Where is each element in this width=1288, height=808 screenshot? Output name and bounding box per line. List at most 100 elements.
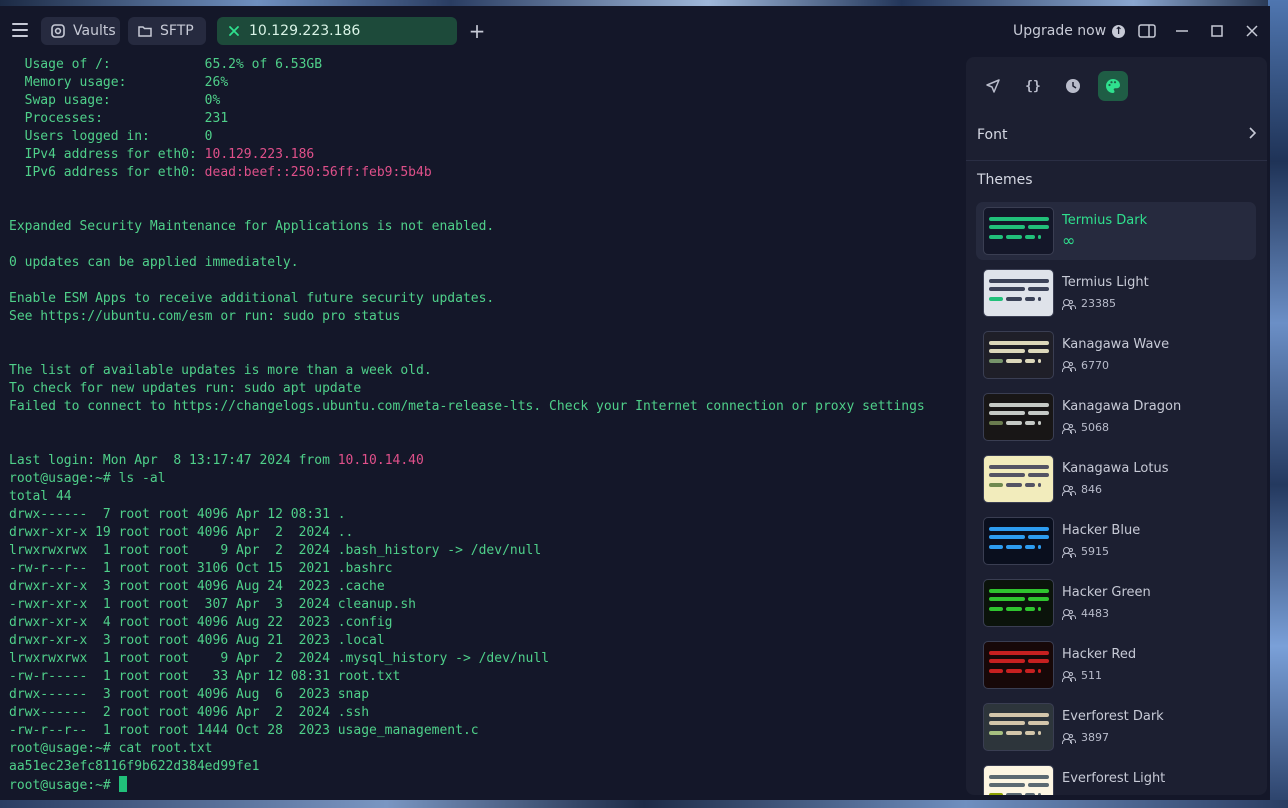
preview-bar bbox=[1028, 287, 1049, 291]
preview-bar bbox=[989, 793, 1003, 795]
preview-bar bbox=[989, 713, 1049, 717]
terminal-text: IPv4 address for eth0: bbox=[9, 147, 205, 162]
close-icon[interactable] bbox=[227, 24, 241, 38]
theme-item[interactable]: Kanagawa Dragon 5068 bbox=[976, 388, 1256, 446]
theme-item[interactable]: Everforest Light bbox=[976, 760, 1256, 795]
terminal-line: Last login: Mon Apr 8 13:17:47 2024 from… bbox=[9, 452, 959, 470]
terminal-text: Processes: 231 bbox=[9, 111, 229, 126]
terminal-line: drwxr-xr-x 3 root root 4096 Aug 24 2023 … bbox=[9, 578, 959, 596]
theme-item[interactable]: Hacker Blue 5915 bbox=[976, 512, 1256, 570]
preview-bar bbox=[1038, 669, 1041, 673]
terminal-line: -rw-r--r-- 1 root root 1444 Oct 28 2023 … bbox=[9, 722, 959, 740]
theme-item[interactable]: Termius Dark ∞ bbox=[976, 202, 1256, 260]
preview-bar bbox=[1038, 793, 1041, 795]
tab-host[interactable]: 10.129.223.186 bbox=[217, 17, 457, 45]
history-icon[interactable] bbox=[1058, 71, 1088, 101]
terminal-line: IPv6 address for eth0: dead:beef::250:56… bbox=[9, 164, 959, 182]
terminal-line: root@usage:~# bbox=[9, 776, 959, 794]
theme-name: Kanagawa Dragon bbox=[1062, 399, 1182, 414]
theme-user-count: 511 bbox=[1081, 669, 1102, 682]
preview-bar bbox=[989, 217, 1049, 221]
terminal-text: IPv6 address for eth0: bbox=[9, 165, 205, 180]
theme-user-count: 5068 bbox=[1081, 421, 1109, 434]
terminal-line: Processes: 231 bbox=[9, 110, 959, 128]
terminal-line: Enable ESM Apps to receive additional fu… bbox=[9, 290, 959, 308]
toggle-sidebar-icon[interactable] bbox=[1137, 20, 1157, 42]
preview-bar bbox=[989, 659, 1025, 663]
preview-bar bbox=[1028, 473, 1049, 477]
terminal-text: -rwxr-xr-x 1 root root 307 Apr 3 2024 cl… bbox=[9, 597, 416, 612]
users-icon bbox=[1062, 670, 1076, 682]
terminal-line: -rw-r----- 1 root root 33 Apr 12 08:31 r… bbox=[9, 668, 959, 686]
preview-bar bbox=[1038, 297, 1041, 301]
terminal-text: drwx------ 2 root root 4096 Apr 2 2024 .… bbox=[9, 705, 370, 720]
theme-preview bbox=[983, 703, 1054, 751]
theme-name: Termius Light bbox=[1062, 275, 1149, 290]
terminal-cursor bbox=[118, 776, 127, 792]
preview-bar bbox=[989, 527, 1049, 531]
tab-vaults[interactable]: Vaults bbox=[41, 17, 120, 45]
snippets-icon[interactable]: {} bbox=[1018, 71, 1048, 101]
palette-icon[interactable] bbox=[1098, 71, 1128, 101]
theme-users: 4483 bbox=[1062, 607, 1109, 620]
tab-label: Vaults bbox=[73, 23, 116, 39]
theme-item[interactable]: Hacker Green 4483 bbox=[976, 574, 1256, 632]
terminal-line: The list of available updates is more th… bbox=[9, 362, 959, 380]
preview-bar bbox=[1038, 607, 1041, 611]
terminal-text: drwxr-xr-x 3 root root 4096 Aug 21 2023 … bbox=[9, 633, 385, 648]
preview-bar bbox=[989, 403, 1049, 407]
terminal-line: drwx------ 7 root root 4096 Apr 12 08:31… bbox=[9, 506, 959, 524]
arrow-up-icon: ↑ bbox=[1112, 24, 1126, 38]
theme-name: Kanagawa Lotus bbox=[1062, 461, 1169, 476]
preview-bar bbox=[1006, 607, 1022, 611]
theme-preview bbox=[983, 517, 1054, 565]
theme-item[interactable]: Everforest Dark 3897 bbox=[976, 698, 1256, 756]
terminal-line: Expanded Security Maintenance for Applic… bbox=[9, 218, 959, 236]
theme-item[interactable]: Hacker Red 511 bbox=[976, 636, 1256, 694]
terminal-line: 0 updates can be applied immediately. bbox=[9, 254, 959, 272]
terminal-line: root@usage:~# ls -al bbox=[9, 470, 959, 488]
preview-bar bbox=[989, 483, 1003, 487]
terminal-text: Users logged in: 0 bbox=[9, 129, 213, 144]
terminal-text: Enable ESM Apps to receive additional fu… bbox=[9, 291, 495, 306]
close-window-icon[interactable] bbox=[1242, 20, 1262, 42]
preview-bar bbox=[989, 225, 1025, 229]
minimize-icon[interactable] bbox=[1172, 20, 1192, 42]
menu-icon[interactable] bbox=[12, 23, 28, 37]
terminal-text: Failed to connect to https://changelogs.… bbox=[9, 399, 925, 414]
preview-bar bbox=[1038, 483, 1041, 487]
theme-item[interactable]: Kanagawa Wave 6770 bbox=[976, 326, 1256, 384]
theme-item[interactable]: Termius Light 23385 bbox=[976, 264, 1256, 322]
theme-name: Hacker Red bbox=[1062, 647, 1137, 662]
preview-bar bbox=[989, 411, 1025, 415]
terminal-text: Last login: Mon Apr 8 13:17:47 2024 from bbox=[9, 453, 338, 468]
new-tab-button[interactable]: + bbox=[468, 20, 486, 42]
rocket-icon[interactable] bbox=[978, 71, 1008, 101]
terminal-text: drwx------ 3 root root 4096 Aug 6 2023 s… bbox=[9, 687, 370, 702]
maximize-icon[interactable] bbox=[1207, 20, 1227, 42]
theme-preview bbox=[983, 579, 1054, 627]
theme-preview bbox=[983, 393, 1054, 441]
preview-bar bbox=[1025, 607, 1035, 611]
terminal-text: drwxr-xr-x 4 root root 4096 Aug 22 2023 … bbox=[9, 615, 393, 630]
preview-bar bbox=[1028, 411, 1049, 415]
terminal-text: root@usage:~# bbox=[9, 778, 119, 793]
terminal-line: -rwxr-xr-x 1 root root 307 Apr 3 2024 cl… bbox=[9, 596, 959, 614]
terminal-output[interactable]: Usage of /: 65.2% of 6.53GB Memory usage… bbox=[9, 56, 959, 800]
terminal-text: Swap usage: 0% bbox=[9, 93, 221, 108]
theme-item[interactable]: Kanagawa Lotus 846 bbox=[976, 450, 1256, 508]
terminal-text: -rw-r--r-- 1 root root 1444 Oct 28 2023 … bbox=[9, 723, 479, 738]
terminal-text: lrwxrwxrwx 1 root root 9 Apr 2 2024 .mys… bbox=[9, 651, 550, 666]
terminal-line: Users logged in: 0 bbox=[9, 128, 959, 146]
preview-bar bbox=[1006, 669, 1022, 673]
users-icon bbox=[1062, 546, 1076, 558]
theme-preview bbox=[983, 331, 1054, 379]
upgrade-button[interactable]: Upgrade now ↑ bbox=[1013, 20, 1126, 42]
preview-bar bbox=[1025, 297, 1035, 301]
theme-user-count: 3897 bbox=[1081, 731, 1109, 744]
theme-preview bbox=[983, 207, 1054, 255]
tab-sftp[interactable]: SFTP bbox=[128, 17, 206, 45]
font-settings-row[interactable]: Font bbox=[977, 127, 1257, 147]
